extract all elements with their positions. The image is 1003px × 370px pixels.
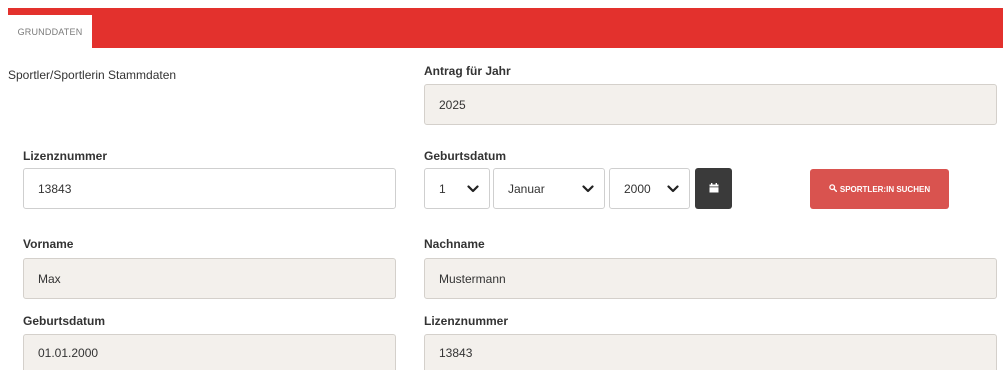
- search-button-label: SPORTLER:IN SUCHEN: [839, 184, 931, 194]
- geburtsdatum-display-label: Geburtsdatum: [23, 314, 106, 328]
- geburtsdatum-display-value: 01.01.2000: [38, 345, 99, 360]
- day-select-value: 1: [439, 181, 446, 196]
- vorname-value: Max: [38, 271, 61, 286]
- tab-grunddaten[interactable]: GRUNDDATEN: [8, 15, 92, 48]
- month-select[interactable]: Januar: [493, 168, 605, 209]
- chevron-down-icon: [466, 182, 480, 196]
- lizenznummer-input[interactable]: 13843: [23, 168, 396, 209]
- year-select-value: 2000: [624, 181, 651, 196]
- sportler-suchen-button[interactable]: SPORTLER:IN SUCHEN: [810, 169, 949, 209]
- lizenznummer-display-value: 13843: [439, 345, 473, 360]
- month-select-value: Januar: [508, 181, 545, 196]
- year-select[interactable]: 2000: [609, 168, 690, 209]
- chevron-down-icon: [666, 182, 680, 196]
- vorname-field: Max: [23, 258, 396, 299]
- lizenznummer-display-label: Lizenznummer: [424, 314, 509, 328]
- section-title: Sportler/Sportlerin Stammdaten: [8, 68, 177, 82]
- nachname-label: Nachname: [424, 237, 485, 251]
- chevron-down-icon: [581, 182, 595, 196]
- lizenznummer-input-value: 13843: [38, 181, 72, 196]
- search-icon: [829, 184, 837, 194]
- antrag-jahr-value: 2025: [439, 97, 466, 112]
- lizenznummer-display-field: 13843: [424, 334, 997, 370]
- day-select[interactable]: 1: [424, 168, 490, 209]
- antrag-jahr-field: 2025: [424, 84, 997, 125]
- geburtsdatum-display-field: 01.01.2000: [23, 334, 396, 370]
- tab-bar: [8, 8, 1003, 48]
- nachname-value: Mustermann: [439, 271, 506, 286]
- calendar-button[interactable]: [695, 168, 732, 209]
- nachname-field: Mustermann: [424, 258, 997, 299]
- lizenznummer-label: Lizenznummer: [23, 149, 108, 163]
- antrag-jahr-label: Antrag für Jahr: [424, 64, 511, 78]
- geburtsdatum-select-label: Geburtsdatum: [424, 149, 507, 163]
- vorname-label: Vorname: [23, 237, 74, 251]
- calendar-icon: [709, 180, 719, 198]
